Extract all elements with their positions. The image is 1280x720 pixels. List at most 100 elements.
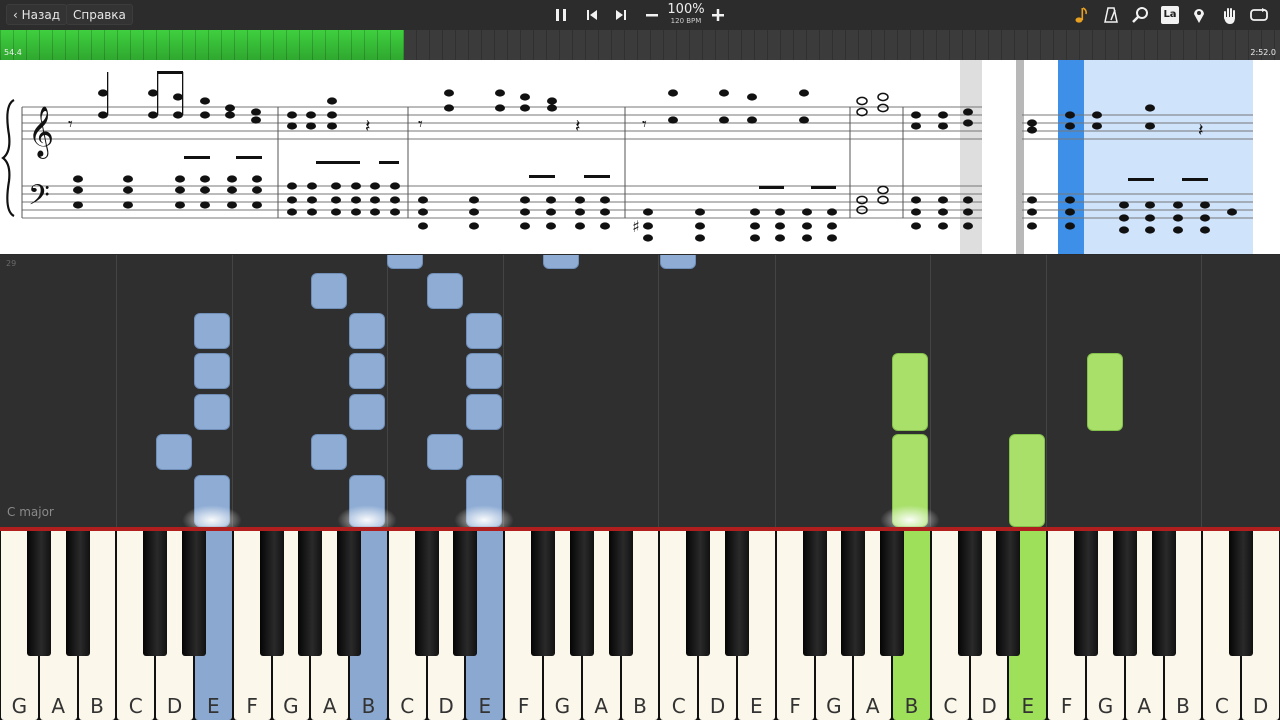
magnifier-icon[interactable] (1128, 3, 1152, 27)
falling-note (311, 273, 347, 309)
key-label: E (1021, 694, 1035, 718)
svg-text:𝄽: 𝄽 (1198, 120, 1204, 141)
falling-note (1087, 353, 1123, 431)
black-key[interactable] (1074, 531, 1099, 656)
measure-line (930, 255, 931, 527)
falling-note (427, 273, 463, 309)
back-label: Назад (21, 8, 61, 22)
svg-text:♯: ♯ (632, 217, 640, 236)
falling-note (194, 394, 230, 430)
key-label: D (1252, 694, 1269, 718)
measure-line (503, 255, 504, 527)
falling-note (349, 313, 385, 349)
key-label: C (671, 694, 686, 718)
key-signature-label: C major (7, 505, 54, 519)
measure-line (387, 255, 388, 527)
falling-note (194, 313, 230, 349)
black-key[interactable] (531, 531, 556, 656)
falling-note (349, 353, 385, 389)
falling-notes-area: 29 C major (0, 255, 1280, 527)
metronome-icon[interactable] (1099, 3, 1123, 27)
key-hit-glow (454, 505, 514, 527)
song-progress-bar[interactable]: 54.4 2:52.0 (0, 30, 1280, 60)
black-key[interactable] (686, 531, 711, 656)
measure-number: 29 (6, 259, 17, 268)
falling-note (311, 434, 347, 470)
sheet-music[interactable]: 𝄞 𝄢 𝄾 𝄾 𝄾 𝄽 𝄽 𝄽 ♯ (0, 60, 1280, 254)
measure-line (1201, 255, 1202, 527)
key-label: C (128, 694, 143, 718)
black-key[interactable] (880, 531, 905, 656)
black-key[interactable] (143, 531, 168, 656)
svg-text:𝄾: 𝄾 (418, 114, 423, 135)
key-hit-glow (182, 505, 242, 527)
loop-icon[interactable] (1247, 3, 1271, 27)
black-key[interactable] (802, 531, 827, 656)
black-key[interactable] (298, 531, 323, 656)
music-note-icon[interactable] (1069, 3, 1093, 27)
measure-line (232, 255, 233, 527)
key-label: E (750, 694, 763, 718)
key-label: G (1097, 694, 1114, 718)
falling-note (543, 255, 579, 269)
key-label: B (361, 694, 376, 718)
black-key[interactable] (608, 531, 633, 656)
black-key[interactable] (957, 531, 982, 656)
black-key[interactable] (26, 531, 51, 656)
key-label: G (283, 694, 299, 718)
back-button[interactable]: ‹ Назад (6, 4, 68, 25)
falling-note (466, 313, 502, 349)
black-key[interactable] (453, 531, 478, 656)
key-label: D (709, 694, 726, 718)
key-label: A (51, 694, 66, 718)
key-label: C (400, 694, 415, 718)
key-label: G (826, 694, 842, 718)
black-key[interactable] (259, 531, 284, 656)
black-key[interactable] (724, 531, 749, 656)
tempo-bpm: 120 BPM (670, 17, 702, 25)
score-staves: 𝄞 𝄢 𝄾 𝄾 𝄾 𝄽 𝄽 𝄽 ♯ (1, 60, 1253, 254)
black-key[interactable] (1112, 531, 1137, 656)
help-button[interactable]: Справка (66, 4, 133, 25)
svg-text:𝄾: 𝄾 (68, 114, 73, 135)
black-key[interactable] (996, 531, 1021, 656)
key-hit-glow (337, 505, 397, 527)
black-key[interactable] (65, 531, 90, 656)
piano-keyboard[interactable]: GABCDEFGABCDEFGABCDEFGABCDEFGABCD (0, 531, 1280, 720)
black-key[interactable] (414, 531, 439, 656)
hand-icon[interactable] (1217, 3, 1241, 27)
elapsed-time: 54.4 (4, 48, 22, 57)
total-time: 2:52.0 (1250, 48, 1276, 57)
key-label: D (166, 694, 183, 718)
black-key[interactable] (841, 531, 866, 656)
measure-line (775, 255, 776, 527)
falling-note (466, 394, 502, 430)
minus-icon[interactable] (640, 3, 664, 27)
key-label: F (246, 694, 258, 718)
key-label: B (633, 694, 647, 718)
measure-line (116, 255, 117, 527)
black-key[interactable] (1229, 531, 1254, 656)
pause-icon[interactable] (549, 3, 573, 27)
key-label: A (594, 694, 609, 718)
skip-forward-icon[interactable] (609, 3, 633, 27)
skip-back-icon[interactable] (580, 3, 604, 27)
location-pin-icon[interactable] (1187, 3, 1211, 27)
tempo-percent: 100% (667, 2, 705, 17)
black-key[interactable] (337, 531, 362, 656)
key-label: G (11, 694, 28, 718)
la-icon[interactable]: La (1158, 3, 1182, 27)
falling-note (1009, 434, 1045, 527)
measure-line (658, 255, 659, 527)
black-key[interactable] (181, 531, 206, 656)
black-key[interactable] (1151, 531, 1176, 656)
plus-icon[interactable] (706, 3, 730, 27)
key-label: A (322, 694, 337, 718)
falling-note (156, 434, 192, 470)
key-label: E (478, 694, 492, 718)
key-label: F (1060, 694, 1073, 718)
falling-note (466, 353, 502, 389)
falling-note (427, 434, 463, 470)
black-key[interactable] (569, 531, 594, 656)
key-label: C (943, 694, 958, 718)
